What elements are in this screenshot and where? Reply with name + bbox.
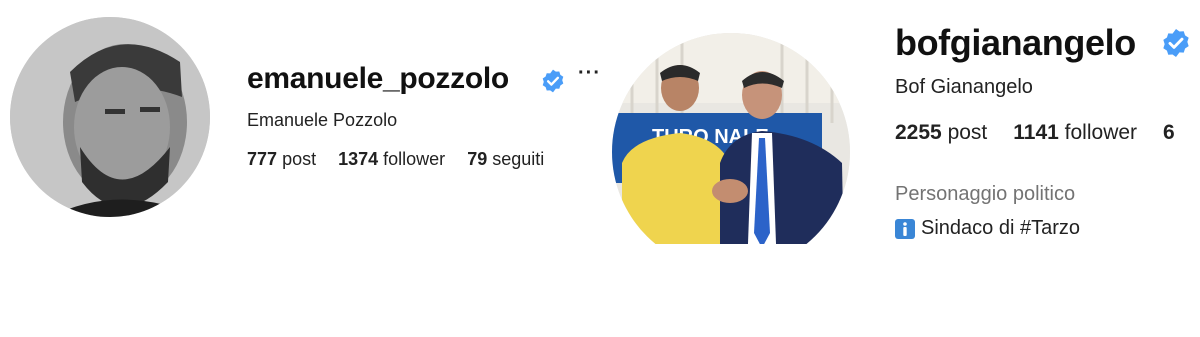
profile-bio: Sindaco di #Tarzo bbox=[895, 217, 1080, 240]
more-options-button[interactable]: ··· bbox=[578, 62, 601, 85]
verified-badge-icon bbox=[542, 69, 564, 93]
stat-followers[interactable]: 1374 follower bbox=[338, 149, 445, 170]
stats-left: 777 post 1374 follower 79 seguiti bbox=[247, 149, 544, 170]
avatar-crop-mask bbox=[600, 244, 870, 337]
full-name-left: Emanuele Pozzolo bbox=[247, 110, 398, 130]
profile-category: Personaggio politico bbox=[895, 183, 1076, 205]
event-photo: TURO NALE bbox=[612, 33, 850, 271]
verified-badge-icon bbox=[1163, 29, 1189, 57]
stats-right: 2255 post 1141 follower 6 bbox=[895, 121, 1175, 145]
profile-avatar-right[interactable]: TURO NALE bbox=[612, 33, 850, 271]
stat-followers[interactable]: 1141 follower bbox=[1013, 121, 1137, 145]
profile-avatar-left[interactable] bbox=[10, 17, 210, 217]
full-name-right: Bof Gianangelo bbox=[895, 76, 1033, 98]
username-right[interactable]: bofgianangelo bbox=[895, 22, 1136, 64]
username-left[interactable]: emanuele_pozzolo bbox=[247, 62, 509, 96]
bio-text: Sindaco di #Tarzo bbox=[921, 217, 1080, 239]
stat-following[interactable]: 6 bbox=[1163, 121, 1175, 145]
portrait-photo bbox=[10, 17, 210, 217]
stat-following[interactable]: 79 seguiti bbox=[467, 149, 544, 170]
information-icon bbox=[895, 218, 915, 239]
stat-posts[interactable]: 2255 post bbox=[895, 121, 987, 145]
stat-posts[interactable]: 777 post bbox=[247, 149, 316, 170]
